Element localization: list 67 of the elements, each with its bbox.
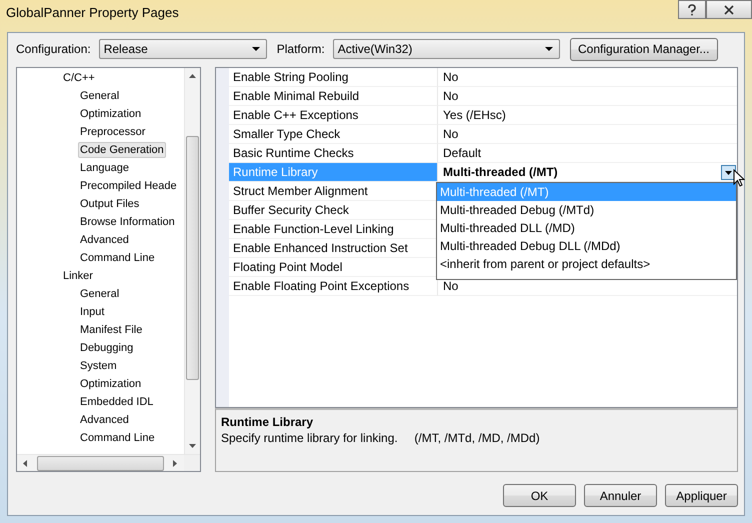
property-value: Multi-threaded (/MT) (443, 165, 558, 179)
property-name[interactable]: Smaller Type Check (229, 125, 438, 144)
close-icon (724, 4, 734, 14)
tree-item[interactable]: General (78, 286, 122, 302)
property-value: No (443, 279, 458, 293)
caret-icon (252, 47, 260, 51)
tree-item[interactable]: Output Files (78, 196, 142, 212)
help-icon (687, 4, 697, 16)
property-value: No (443, 89, 458, 103)
platform-dropdown[interactable]: Active(Win32) (332, 39, 560, 59)
tree-item[interactable]: Command Line (78, 250, 157, 266)
property-name[interactable]: Enable Function-Level Linking (229, 220, 438, 239)
tree-item[interactable]: Code Generation (78, 142, 166, 158)
tree-item[interactable]: Language (78, 160, 131, 176)
tree-item[interactable]: Advanced (78, 412, 131, 428)
tree-item[interactable]: General (78, 88, 122, 104)
tree-item[interactable]: Manifest File (78, 322, 144, 338)
dropdown-option[interactable]: <inherit from parent or project defaults> (437, 255, 736, 273)
dropdown-option[interactable]: Multi-threaded Debug (/MTd) (437, 201, 736, 219)
dialog-button[interactable]: Appliquer (665, 484, 738, 507)
caret-icon (544, 47, 553, 51)
configuration-manager-button[interactable]: Configuration Manager... (570, 38, 718, 60)
dialog-button[interactable]: OK (503, 484, 576, 507)
property-name[interactable]: Enable C++ Exceptions (229, 106, 438, 125)
horizontal-scrollbar[interactable] (17, 454, 200, 471)
vertical-scrollbar[interactable] (184, 68, 200, 454)
property-value: Default (443, 146, 482, 160)
tree-item[interactable]: Input (78, 304, 106, 320)
caret-icon (725, 170, 732, 174)
tree-item[interactable]: System (78, 358, 119, 374)
property-value: No (443, 127, 458, 141)
tree-item[interactable]: Optimization (78, 106, 144, 122)
scroll-left-icon (23, 460, 27, 466)
description-text: Specify runtime library for linking. (/MT, /MTd, /MD, /MDd) (221, 431, 541, 445)
property-name[interactable]: Enable Enhanced Instruction Set (229, 239, 438, 258)
window-title: GlobalPanner Property Pages (6, 5, 179, 20)
tree-item[interactable]: Debugging (78, 340, 136, 356)
dropdown-button[interactable] (721, 165, 736, 180)
tree-item[interactable]: Linker (61, 268, 95, 284)
close-button[interactable] (706, 0, 752, 19)
property-name[interactable]: Floating Point Model (229, 258, 438, 277)
scroll-right-icon (173, 460, 177, 466)
property-value: Yes (/EHsc) (443, 108, 506, 122)
dropdown-option[interactable]: Multi-threaded Debug DLL (/MDd) (437, 237, 736, 255)
scroll-up-icon (189, 74, 196, 78)
tree-item[interactable]: Preprocessor (78, 124, 148, 140)
tree-item[interactable]: Advanced (78, 232, 131, 248)
configuration-dropdown[interactable]: Release (98, 39, 267, 59)
dialog-button[interactable]: Annuler (584, 484, 657, 507)
platform-label: Platform: (276, 42, 325, 56)
help-button[interactable] (678, 0, 706, 19)
property-name[interactable]: Enable Floating Point Exceptions (229, 277, 438, 296)
property-name[interactable]: Enable Minimal Rebuild (229, 87, 438, 106)
dropdown-option[interactable]: Multi-threaded DLL (/MD) (437, 219, 736, 237)
property-name[interactable]: Buffer Security Check (229, 201, 438, 220)
description-title: Runtime Library (221, 415, 314, 429)
tree-item[interactable]: Browse Information (78, 214, 177, 230)
property-name[interactable]: Struct Member Alignment (229, 182, 438, 201)
tree-item[interactable]: C/C++ (61, 70, 97, 86)
property-value: No (443, 70, 458, 84)
tree-item[interactable]: Embedded IDL (78, 394, 156, 410)
scroll-down-icon (189, 444, 196, 448)
tree-item[interactable]: Command Line (78, 430, 157, 446)
property-name[interactable]: Enable String Pooling (229, 68, 438, 87)
configuration-label: Configuration: (16, 42, 91, 56)
tree-item[interactable]: Precompiled Heade (78, 178, 179, 194)
tree-item[interactable]: Optimization (78, 376, 144, 392)
